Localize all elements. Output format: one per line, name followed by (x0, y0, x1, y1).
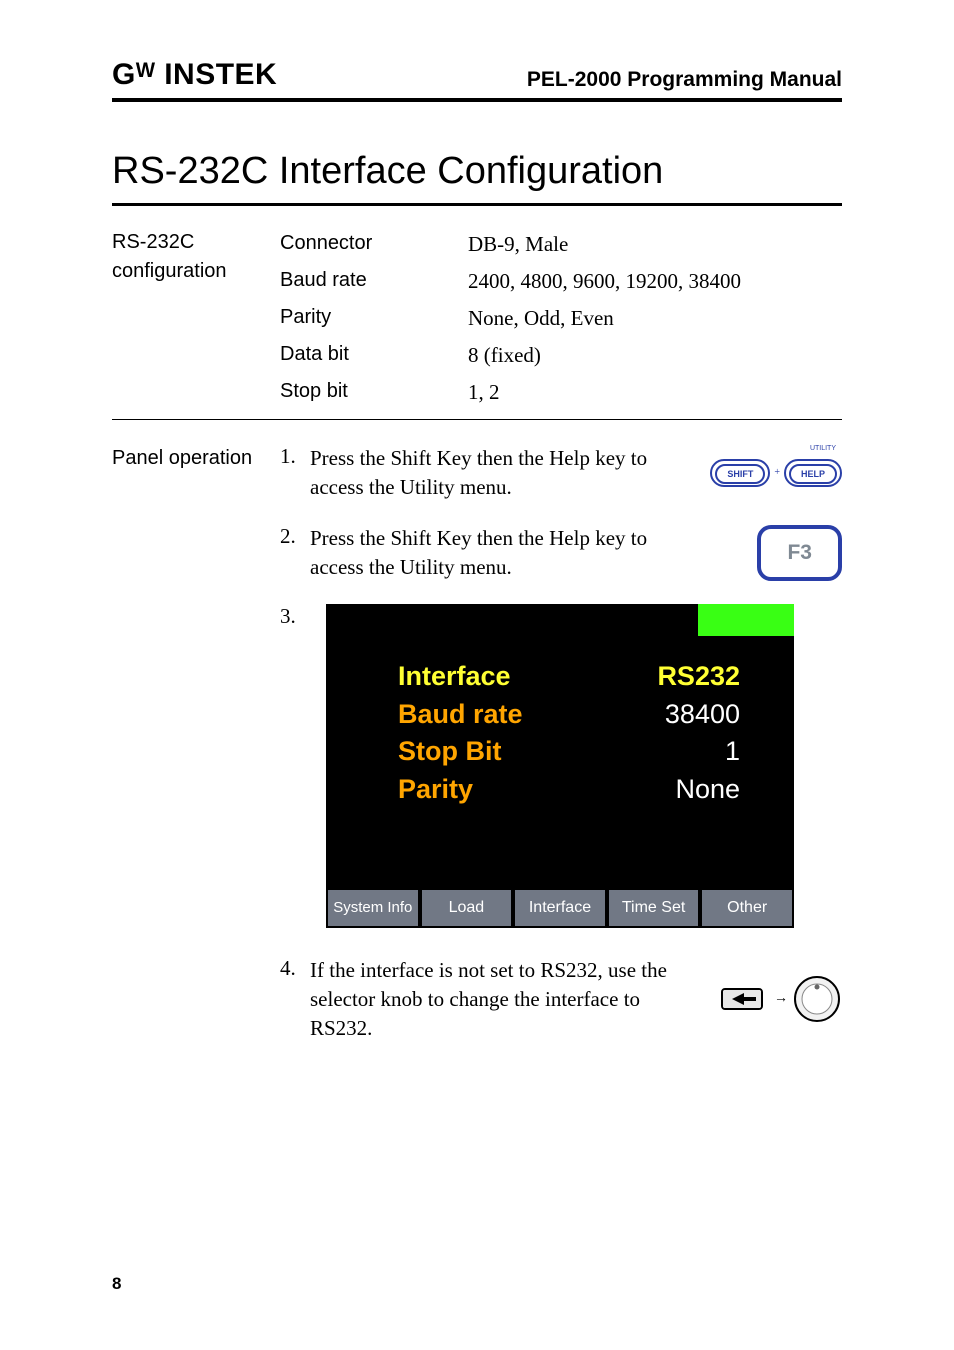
spec-key: Baud rate (280, 269, 468, 294)
step-text: Press the Shift Key then the Help key to… (310, 524, 682, 582)
shift-key-label: SHIFT (715, 464, 765, 484)
page-number: 8 (112, 1274, 121, 1294)
tab-other[interactable]: Other (700, 888, 794, 928)
step-3: 3. Interface RS232 Baud rate (280, 604, 842, 928)
step-number: 3. (280, 604, 310, 928)
spec-val: 1, 2 (468, 380, 842, 405)
screen-value: None (675, 771, 740, 809)
screen-row-parity: Parity None (398, 771, 740, 809)
f3-key-icon: F3 (757, 525, 842, 581)
brand-logo: Gᵂ INSTEK (112, 58, 277, 92)
spec-key: Connector (280, 232, 468, 257)
plus-icon: + (774, 467, 780, 478)
help-key-label: HELP (789, 464, 837, 484)
screen-row-interface: Interface RS232 (398, 658, 740, 696)
config-label: RS-232C configuration (112, 228, 280, 413)
page-header: Gᵂ INSTEK PEL-2000 Programming Manual (112, 58, 842, 102)
tab-system-info[interactable]: System Info (326, 888, 420, 928)
shift-key-icon: SHIFT (710, 459, 770, 487)
tab-load[interactable]: Load (420, 888, 514, 928)
step-art: → (682, 956, 842, 1043)
page: Gᵂ INSTEK PEL-2000 Programming Manual RS… (0, 0, 954, 1350)
panel-label: Panel operation (112, 444, 280, 1065)
screen-row-baud: Baud rate 38400 (398, 696, 740, 734)
tab-label: Time Set (622, 900, 685, 916)
status-indicator-icon (698, 604, 794, 636)
table-row: Connector DB-9, Male (280, 228, 842, 265)
screen-key: Stop Bit (398, 733, 501, 771)
step-number: 2. (280, 524, 310, 582)
config-table: Connector DB-9, Male Baud rate 2400, 480… (280, 228, 842, 413)
tab-label: Interface (529, 900, 591, 916)
config-block: RS-232C configuration Connector DB-9, Ma… (112, 228, 842, 413)
tab-interface[interactable]: Interface (513, 888, 607, 928)
step-number: 1. (280, 444, 310, 502)
device-screen: Interface RS232 Baud rate 38400 Stop Bit… (326, 604, 794, 928)
spec-key: Stop bit (280, 380, 468, 405)
spec-val: DB-9, Male (468, 232, 842, 257)
spec-val: 2400, 4800, 9600, 19200, 38400 (468, 269, 842, 294)
screen-topbar (326, 604, 794, 636)
screen-key: Interface (398, 658, 511, 696)
panel-steps: 1. Press the Shift Key then the Help key… (280, 444, 842, 1065)
screen-value: 38400 (665, 696, 740, 734)
step-number: 4. (280, 956, 310, 1043)
step-art: SHIFT + UTILITY HELP (682, 444, 842, 502)
panel-operation-block: Panel operation 1. Press the Shift Key t… (112, 444, 842, 1065)
step-text: If the interface is not set to RS232, us… (310, 956, 682, 1043)
table-row: Stop bit 1, 2 (280, 376, 842, 413)
step-1: 1. Press the Shift Key then the Help key… (280, 444, 842, 502)
tab-label: System Info (333, 900, 412, 915)
table-row: Baud rate 2400, 4800, 9600, 19200, 38400 (280, 265, 842, 302)
knob-icon (792, 974, 842, 1024)
screen-value: RS232 (657, 658, 740, 696)
step-text: Press the Shift Key then the Help key to… (310, 444, 682, 502)
spec-key: Parity (280, 306, 468, 331)
table-row: Data bit 8 (fixed) (280, 339, 842, 376)
arrow-right-icon: → (774, 991, 788, 1007)
selector-icon (718, 979, 770, 1019)
screen-body: Interface RS232 Baud rate 38400 Stop Bit… (326, 636, 794, 888)
screen-row-stopbit: Stop Bit 1 (398, 733, 740, 771)
doc-title: PEL-2000 Programming Manual (527, 68, 842, 92)
tab-label: Other (727, 900, 767, 916)
divider (112, 419, 842, 420)
screen-key: Parity (398, 771, 473, 809)
spec-key: Data bit (280, 343, 468, 368)
table-row: Parity None, Odd, Even (280, 302, 842, 339)
content: RS-232C configuration Connector DB-9, Ma… (112, 228, 842, 1065)
tab-time-set[interactable]: Time Set (607, 888, 701, 928)
help-key-icon: UTILITY HELP (784, 459, 842, 487)
spec-val: None, Odd, Even (468, 306, 842, 331)
step-art: F3 (682, 524, 842, 582)
step-4: 4. If the interface is not set to RS232,… (280, 956, 842, 1043)
tab-label: Load (449, 900, 485, 916)
spec-val: 8 (fixed) (468, 343, 842, 368)
screen-key: Baud rate (398, 696, 523, 734)
section-title: RS-232C Interface Configuration (112, 150, 842, 206)
screen-value: 1 (725, 733, 740, 771)
step-2: 2. Press the Shift Key then the Help key… (280, 524, 842, 582)
utility-super-label: UTILITY (810, 445, 836, 452)
screen-tabs: System Info Load Interface Time Set (326, 888, 794, 928)
